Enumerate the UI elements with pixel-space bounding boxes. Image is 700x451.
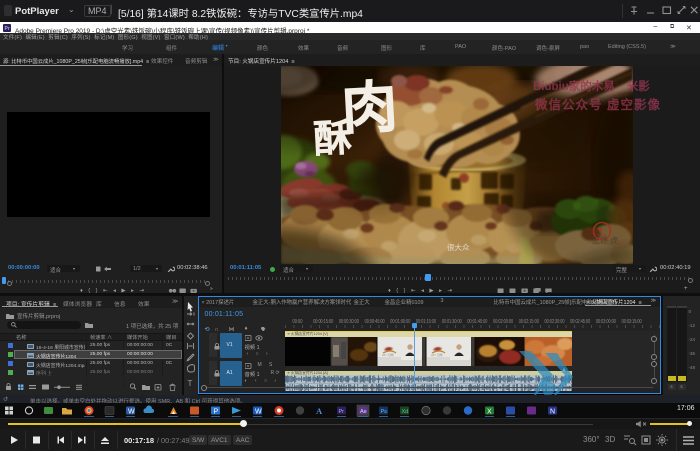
svg-text:360°: 360° (583, 435, 600, 444)
svg-text:P: P (214, 409, 219, 416)
svg-text:Xd: Xd (402, 409, 409, 415)
svg-text:王馋 虎。: 王馋 虎。 (592, 235, 626, 245)
svg-text:Pr: Pr (339, 409, 345, 415)
svg-text:3D: 3D (605, 435, 615, 444)
svg-text:N: N (550, 409, 555, 416)
svg-text:酥: 酥 (313, 117, 353, 161)
svg-text:很大众: 很大众 (447, 242, 470, 252)
svg-text:Ae: Ae (360, 409, 367, 415)
svg-text:X: X (487, 409, 492, 416)
svg-text:W: W (255, 409, 262, 416)
svg-text:Ps: Ps (381, 409, 388, 415)
svg-text:A: A (316, 406, 323, 416)
svg-text:T: T (188, 379, 193, 388)
svg-text:W: W (128, 409, 135, 416)
